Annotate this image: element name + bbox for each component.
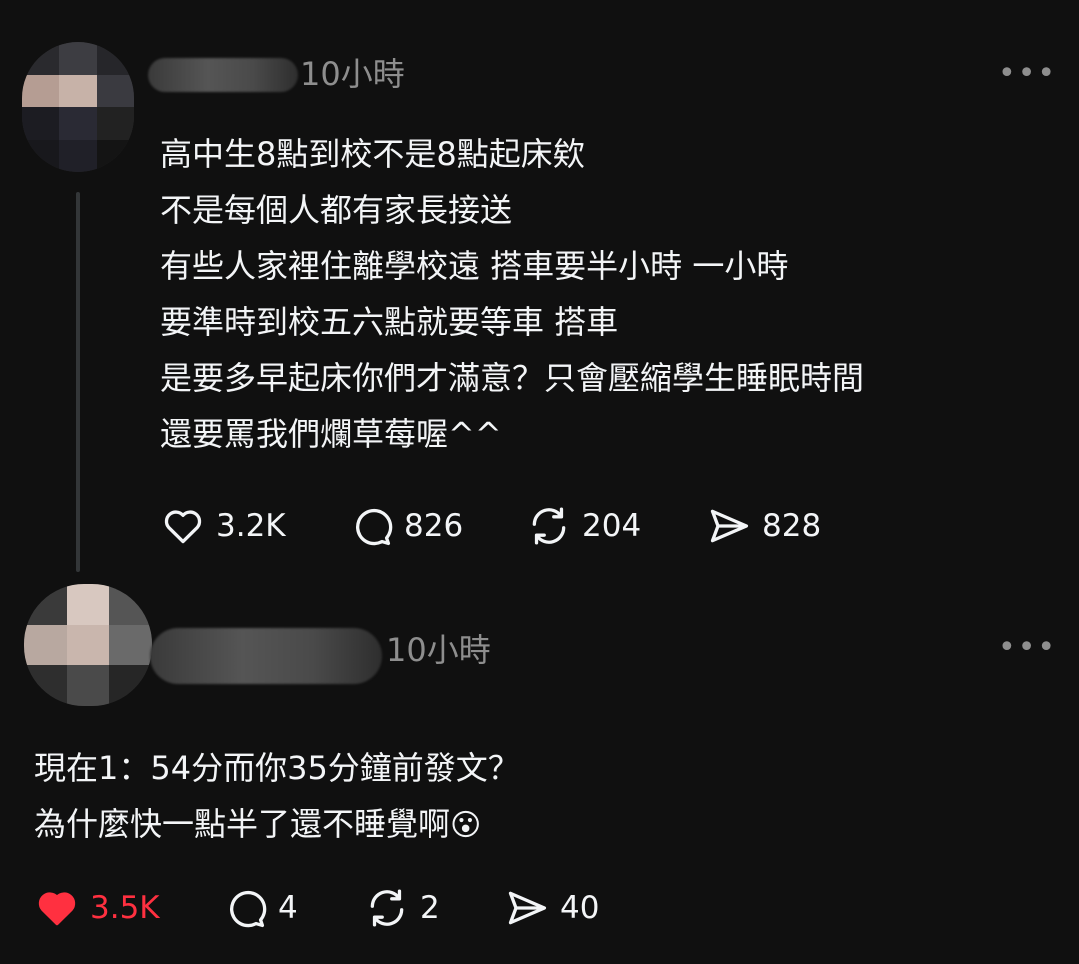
comment-icon — [230, 890, 267, 928]
more-options-icon[interactable]: ••• — [998, 633, 1057, 663]
username-redacted[interactable] — [148, 58, 298, 92]
post-text-line: 還要罵我們爛草莓喔^^ — [160, 415, 502, 453]
post-time: 10小時 — [300, 55, 405, 93]
repost-count: 2 — [420, 890, 440, 926]
comment-button[interactable]: 4 — [222, 886, 298, 930]
username-redacted[interactable] — [150, 628, 382, 684]
heart-icon — [164, 510, 202, 544]
comment-icon — [356, 508, 393, 546]
like-button[interactable]: 3.2K — [160, 504, 286, 548]
like-count: 3.5K — [90, 890, 160, 926]
post-text-line: 要準時到校五六點就要等車 搭車 — [160, 303, 619, 341]
post-text-line: 有些人家裡住離學校遠 搭車要半小時 一小時 — [160, 247, 789, 285]
repost-icon — [370, 889, 404, 927]
send-icon — [508, 891, 547, 925]
like-count: 3.2K — [216, 508, 286, 544]
surprised-face-emoji: 😮 — [450, 808, 482, 843]
avatar[interactable] — [22, 42, 134, 172]
post-text-line: 高中生8點到校不是8點起床欸 — [160, 135, 585, 173]
repost-count: 204 — [582, 508, 642, 544]
reply-text: 為什麼快一點半了還不睡覺啊 — [34, 805, 451, 843]
heart-filled-icon — [38, 892, 76, 926]
reply-text-line: 現在1：54分而你35分鐘前發文？ — [34, 749, 520, 787]
post-body: 高中生8點到校不是8點起床欸 不是每個人都有家長接送 有些人家裡住離學校遠 搭車… — [160, 126, 864, 462]
share-count: 828 — [762, 508, 822, 544]
repost-button[interactable]: 2 — [364, 886, 440, 930]
avatar[interactable] — [24, 584, 152, 706]
share-count: 40 — [560, 890, 600, 926]
comment-count: 826 — [404, 508, 464, 544]
more-options-icon[interactable]: ••• — [998, 59, 1057, 89]
share-button[interactable]: 40 — [504, 886, 599, 930]
comment-button[interactable]: 826 — [348, 504, 463, 548]
like-button[interactable]: 3.5K — [34, 886, 160, 930]
thread-line — [76, 192, 80, 572]
send-icon — [710, 509, 749, 543]
repost-button[interactable]: 204 — [526, 504, 641, 548]
share-button[interactable]: 828 — [706, 504, 821, 548]
post-text-line: 是要多早起床你們才滿意？只會壓縮學生睡眠時間 — [160, 359, 865, 397]
reply-body: 現在1：54分而你35分鐘前發文？ 為什麼快一點半了還不睡覺啊😮 — [34, 740, 520, 854]
comment-count: 4 — [278, 890, 298, 926]
post-text-line: 不是每個人都有家長接送 — [160, 191, 513, 229]
repost-icon — [532, 507, 566, 545]
reply-text-line: 為什麼快一點半了還不睡覺啊😮 — [34, 796, 520, 854]
reply-time: 10小時 — [386, 631, 491, 669]
